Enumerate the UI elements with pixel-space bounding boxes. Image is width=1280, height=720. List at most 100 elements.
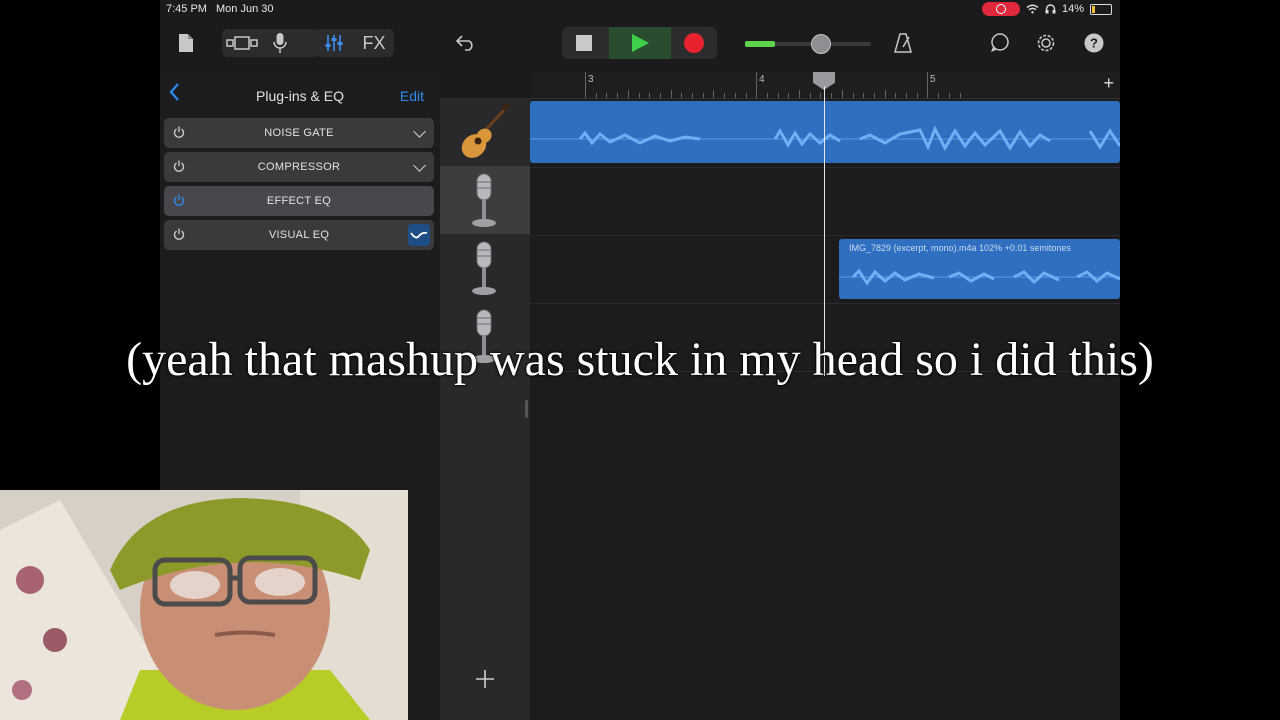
audio-region[interactable]: IMG_7829 (excerpt, mono).m4a 102% +0.01 … (839, 239, 1120, 299)
audio-region[interactable] (530, 101, 1120, 163)
ruler-tick (681, 93, 683, 98)
transport-controls (562, 27, 717, 59)
ruler-tick (884, 90, 886, 98)
master-volume-slider[interactable] (745, 41, 871, 47)
browser-button[interactable] (224, 29, 260, 57)
gear-icon (1037, 34, 1055, 52)
status-date: Mon Jun 30 (216, 3, 274, 15)
plugin-row-effect-eq[interactable]: EFFECT EQ (164, 186, 434, 216)
microphone-icon (472, 173, 496, 227)
add-section-button[interactable]: + (1103, 73, 1114, 94)
ruler-tick (702, 93, 704, 98)
ruler-tick (585, 72, 586, 98)
track-header-mic-1[interactable] (440, 166, 530, 234)
ruler-tick (959, 93, 961, 98)
status-time: 7:45 PM (166, 3, 207, 15)
track-controls-button[interactable] (322, 29, 346, 57)
ruler-tick (809, 93, 811, 98)
headphones-icon (1045, 4, 1056, 14)
screen-record-indicator-icon (981, 2, 1020, 16)
ruler-tick (938, 93, 940, 98)
microphone-icon (273, 33, 287, 53)
acoustic-guitar-icon (461, 102, 511, 158)
play-button[interactable] (609, 27, 671, 59)
track-lane-mic-1[interactable] (530, 167, 1120, 236)
wifi-icon (1026, 4, 1039, 14)
panel-title: Plug-ins & EQ (256, 88, 344, 104)
panel-resize-handle[interactable] (525, 400, 528, 418)
ruler-tick (831, 93, 833, 98)
ruler-tick (713, 90, 715, 98)
panel-header: Plug-ins & EQ Edit (160, 72, 440, 118)
track-header-guitar[interactable] (440, 98, 530, 166)
ruler-tick (927, 72, 929, 98)
status-bar: 7:45 PM Mon Jun 30 14% (160, 0, 1120, 18)
ruler-tick (799, 90, 800, 98)
browser-icon (226, 36, 258, 50)
plugin-name: NOISE GATE (264, 127, 334, 139)
ruler-tick (948, 93, 950, 98)
metronome-button[interactable] (892, 29, 914, 57)
track-lane-mic-2[interactable]: IMG_7829 (excerpt, mono).m4a 102% +0.01 … (530, 235, 1120, 304)
ruler-tick (863, 93, 865, 98)
bar-number: 3 (588, 74, 594, 85)
waveform (530, 125, 1120, 152)
ruler-tick (820, 93, 822, 98)
settings-button[interactable] (1035, 29, 1057, 57)
loop-browser-button[interactable] (988, 29, 1012, 57)
plugin-name: VISUAL EQ (268, 229, 330, 241)
toolbar: FX ? (160, 20, 1120, 66)
ruler-tick (916, 93, 918, 98)
record-button[interactable] (684, 33, 704, 53)
help-button[interactable]: ? (1084, 29, 1104, 57)
add-track-button[interactable] (440, 665, 530, 696)
ruler-tick (638, 93, 640, 98)
fx-button[interactable]: FX (360, 29, 388, 57)
ruler-tick (649, 93, 651, 98)
ruler-tick (724, 93, 726, 98)
track-lane-guitar[interactable] (530, 99, 1120, 168)
ruler-tick (670, 90, 672, 98)
webcam-overlay (0, 490, 408, 720)
volume-knob[interactable] (811, 34, 831, 54)
region-label: IMG_7829 (excerpt, mono).m4a 102% +0.01 … (849, 243, 1071, 253)
plugin-row-compressor[interactable]: COMPRESSOR (164, 152, 434, 182)
plugin-row-noise-gate[interactable]: NOISE GATE (164, 118, 434, 148)
plugin-name: COMPRESSOR (257, 161, 341, 173)
undo-icon (456, 35, 473, 51)
track-headers (440, 98, 530, 720)
ruler-tick (692, 93, 693, 98)
ruler-tick (745, 93, 747, 98)
stop-button[interactable] (576, 35, 592, 51)
ruler-tick (595, 93, 597, 98)
status-icons: 14% (981, 2, 1112, 16)
instrument-button[interactable] (268, 29, 292, 57)
sliders-icon (325, 35, 343, 51)
ruler-tick (895, 93, 897, 98)
tracks-timeline[interactable]: 3 4 5 + IMG_7829 (excerpt, mono).m4a 102… (530, 72, 1120, 720)
metronome-icon (894, 33, 912, 53)
track-header-mic-2[interactable] (440, 234, 530, 302)
plus-icon (476, 670, 494, 688)
waveform (839, 268, 1120, 286)
edit-button[interactable]: Edit (400, 88, 424, 104)
eq-curve-icon[interactable] (408, 224, 430, 246)
bar-number: 4 (759, 74, 765, 85)
ruler-tick (873, 93, 875, 98)
video-caption: (yeah that mashup was stuck in my head s… (126, 333, 1154, 386)
plugin-name: EFFECT EQ (266, 195, 332, 207)
ruler-tick (617, 93, 619, 98)
ruler-tick (734, 93, 736, 98)
ruler-tick (788, 93, 790, 98)
battery-percent: 14% (1061, 3, 1084, 15)
undo-button[interactable] (455, 29, 477, 57)
ruler-tick (659, 93, 661, 98)
ruler-tick (852, 93, 854, 98)
battery-icon (1090, 3, 1112, 15)
ruler-tick (906, 93, 907, 98)
my-songs-button[interactable] (176, 29, 196, 57)
plugin-row-visual-eq[interactable]: VISUAL EQ (164, 220, 434, 250)
ruler-tick (606, 93, 608, 98)
ruler-tick (766, 93, 768, 98)
svg-text:?: ? (1090, 36, 1098, 51)
